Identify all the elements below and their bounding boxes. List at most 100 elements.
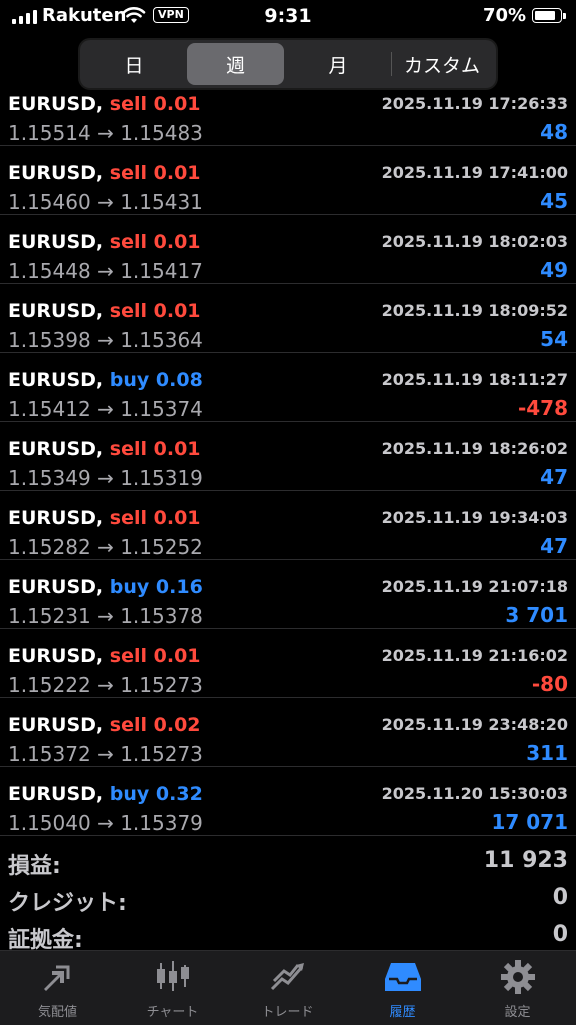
trade-time: 2025.11.19 18:26:02 (381, 439, 568, 458)
trade-row[interactable]: EURUSD, buy 0.32 2025.11.20 15:30:03 1.150… (0, 767, 576, 836)
battery-percent: 70% (483, 5, 527, 26)
trade-profit: 47 (540, 534, 568, 558)
trade-row[interactable]: EURUSD, buy 0.08 2025.11.19 18:11:27 1.154… (0, 353, 576, 422)
open-price: 1.15372 (8, 742, 91, 766)
symbol-name: EURUSD, (8, 162, 104, 184)
tab-trade[interactable]: トレード (230, 957, 345, 1020)
arrow-right-icon: → (90, 259, 121, 283)
close-price: 1.15431 (120, 190, 203, 214)
trade-prices: 1.15040 → 1.15379 (8, 811, 203, 835)
quotes-icon (36, 957, 80, 997)
trade-symbol: EURUSD, sell 0.02 (8, 714, 201, 736)
trade-row[interactable]: EURUSD, sell 0.02 2025.11.19 23:48:20 1.15… (0, 698, 576, 767)
period-segmented-control: 日 週 月 カスタム (80, 40, 496, 88)
trade-profit: -478 (517, 396, 568, 420)
symbol-name: EURUSD, (8, 783, 104, 805)
trade-icon (266, 957, 310, 997)
trade-time: 2025.11.19 21:16:02 (381, 646, 568, 665)
trade-prices: 1.15412 → 1.15374 (8, 397, 203, 421)
trade-row[interactable]: EURUSD, sell 0.01 2025.11.19 17:41:00 1.15… (0, 146, 576, 215)
summary-label: クレジット: (8, 891, 127, 916)
tab-day[interactable]: 日 (84, 43, 184, 85)
trade-row[interactable]: EURUSD, sell 0.01 2025.11.19 17:26:33 1.15… (0, 95, 576, 146)
trade-volume: 0.01 (153, 645, 201, 667)
tab-label: 気配値 (37, 1005, 77, 1020)
trade-symbol: EURUSD, sell 0.01 (8, 645, 201, 667)
symbol-name: EURUSD, (8, 438, 104, 460)
open-price: 1.15514 (8, 121, 91, 145)
open-price: 1.15222 (8, 673, 91, 697)
trade-prices: 1.15231 → 1.15378 (8, 604, 203, 628)
tab-custom[interactable]: カスタム (392, 43, 492, 85)
arrow-right-icon: → (90, 811, 121, 835)
close-price: 1.15319 (120, 466, 203, 490)
tab-label: 履歴 (389, 1005, 416, 1020)
tab-label: トレード (261, 1005, 314, 1020)
summary-row-credit: クレジット: 0 (0, 879, 576, 916)
trade-time: 2025.11.19 17:26:33 (381, 95, 568, 113)
trade-volume: 0.01 (153, 162, 201, 184)
bottom-tab-bar: 気配値 チャート トレード 履歴 設定 (0, 950, 576, 1025)
trade-time: 2025.11.19 18:11:27 (381, 370, 568, 389)
trade-prices: 1.15448 → 1.15417 (8, 259, 203, 283)
close-price: 1.15378 (120, 604, 203, 628)
trade-volume: 0.16 (155, 576, 203, 598)
open-price: 1.15040 (8, 811, 91, 835)
tab-chart[interactable]: チャート (115, 957, 230, 1020)
tab-quotes[interactable]: 気配値 (0, 957, 115, 1020)
symbol-name: EURUSD, (8, 645, 104, 667)
trade-profit: 3 701 (505, 603, 568, 627)
battery-icon (532, 8, 562, 23)
tab-settings[interactable]: 設定 (460, 957, 575, 1020)
trade-row[interactable]: EURUSD, sell 0.01 2025.11.19 19:34:03 1.15… (0, 491, 576, 560)
trade-row[interactable]: EURUSD, sell 0.01 2025.11.19 18:02:03 1.15… (0, 215, 576, 284)
arrow-right-icon: → (90, 604, 121, 628)
trade-history-list[interactable]: EURUSD, sell 0.01 2025.11.19 17:26:33 1.15… (0, 95, 576, 837)
trade-side: sell (109, 507, 147, 529)
trade-symbol: EURUSD, buy 0.16 (8, 576, 203, 598)
trade-symbol: EURUSD, sell 0.01 (8, 162, 201, 184)
summary-row-margin: 証拠金: 0 (0, 916, 576, 953)
trade-symbol: EURUSD, sell 0.01 (8, 300, 201, 322)
trade-time: 2025.11.20 15:30:03 (381, 784, 568, 803)
trade-profit: 47 (540, 465, 568, 489)
tab-month[interactable]: 月 (288, 43, 388, 85)
open-price: 1.15460 (8, 190, 91, 214)
tab-week[interactable]: 週 (187, 43, 284, 85)
close-price: 1.15379 (120, 811, 203, 835)
symbol-name: EURUSD, (8, 507, 104, 529)
arrow-right-icon: → (90, 742, 121, 766)
trade-side: sell (109, 438, 147, 460)
trade-row[interactable]: EURUSD, buy 0.16 2025.11.19 21:07:18 1.152… (0, 560, 576, 629)
trade-profit: 45 (540, 189, 568, 213)
status-bar: Rakuten VPN 9:31 70% (0, 0, 576, 34)
trade-side: buy (109, 369, 150, 391)
trade-row[interactable]: EURUSD, sell 0.01 2025.11.19 18:09:52 1.15… (0, 284, 576, 353)
settings-icon (496, 957, 540, 997)
trade-volume: 0.08 (155, 369, 203, 391)
trade-time: 2025.11.19 18:02:03 (381, 232, 568, 251)
trade-prices: 1.15460 → 1.15431 (8, 190, 203, 214)
open-price: 1.15412 (8, 397, 91, 421)
arrow-right-icon: → (90, 328, 121, 352)
trade-profit: 311 (526, 741, 568, 765)
trade-side: buy (109, 576, 150, 598)
arrow-right-icon: → (90, 190, 121, 214)
trade-time: 2025.11.19 17:41:00 (381, 163, 568, 182)
trade-side: sell (109, 300, 147, 322)
trade-time: 2025.11.19 19:34:03 (381, 508, 568, 527)
trade-volume: 0.01 (153, 231, 201, 253)
trade-row[interactable]: EURUSD, sell 0.01 2025.11.19 18:26:02 1.15… (0, 422, 576, 491)
trade-profit: 54 (540, 327, 568, 351)
close-price: 1.15364 (120, 328, 203, 352)
close-price: 1.15252 (120, 535, 203, 559)
tab-history[interactable]: 履歴 (345, 957, 460, 1020)
trade-prices: 1.15282 → 1.15252 (8, 535, 203, 559)
arrow-right-icon: → (90, 466, 121, 490)
summary-row-profit: 損益: 11 923 (0, 842, 576, 879)
chart-icon (151, 957, 195, 997)
open-price: 1.15231 (8, 604, 91, 628)
trade-prices: 1.15514 → 1.15483 (8, 121, 203, 145)
trade-row[interactable]: EURUSD, sell 0.01 2025.11.19 21:16:02 1.15… (0, 629, 576, 698)
account-summary: 損益: 11 923 クレジット: 0 証拠金: 0 (0, 842, 576, 953)
